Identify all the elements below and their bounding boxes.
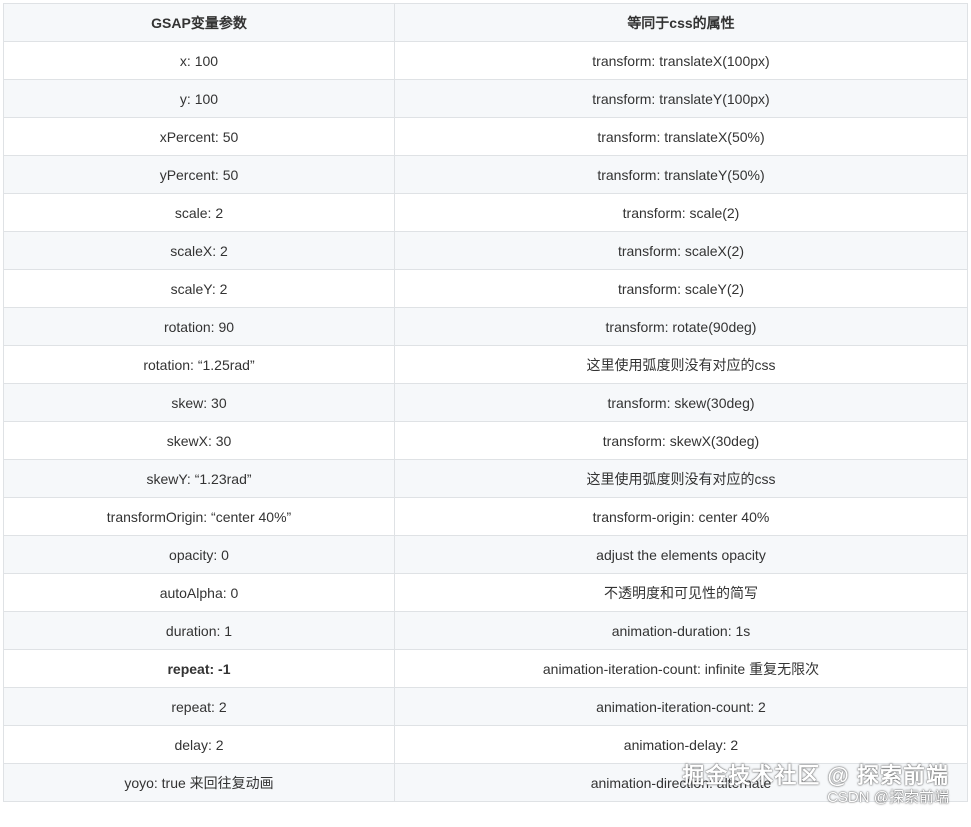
css-cell: transform: translateY(50%) xyxy=(394,155,968,194)
param-cell: duration: 1 xyxy=(3,611,395,650)
css-cell: transform: translateX(100px) xyxy=(394,41,968,80)
table-row: xPercent: 50 transform: translateX(50%) xyxy=(3,117,968,156)
param-cell: rotation: 90 xyxy=(3,307,395,346)
param-cell: scale: 2 xyxy=(3,193,395,232)
header-gsap-param: GSAP变量参数 xyxy=(3,3,395,42)
css-cell: transform: scale(2) xyxy=(394,193,968,232)
param-cell: repeat: 2 xyxy=(3,687,395,726)
table-row: x: 100 transform: translateX(100px) xyxy=(3,41,968,80)
table-row: scaleX: 2 transform: scaleX(2) xyxy=(3,231,968,270)
header-row: GSAP变量参数 等同于css的属性 xyxy=(3,3,968,42)
param-cell: yoyo: true 来回往复动画 xyxy=(3,763,395,802)
param-cell: scaleY: 2 xyxy=(3,269,395,308)
css-cell: 这里使用弧度则没有对应的css xyxy=(394,459,968,498)
table-row: scale: 2 transform: scale(2) xyxy=(3,193,968,232)
css-cell: 这里使用弧度则没有对应的css xyxy=(394,345,968,384)
css-cell: 不透明度和可见性的简写 xyxy=(394,573,968,612)
css-cell: transform: scaleY(2) xyxy=(394,269,968,308)
param-cell: delay: 2 xyxy=(3,725,395,764)
table-body: x: 100 transform: translateX(100px) y: 1… xyxy=(3,41,968,802)
header-css-property: 等同于css的属性 xyxy=(394,3,968,42)
table-head: GSAP变量参数 等同于css的属性 xyxy=(3,3,968,42)
css-cell: transform: skew(30deg) xyxy=(394,383,968,422)
table-row: opacity: 0 adjust the elements opacity xyxy=(3,535,968,574)
css-cell: adjust the elements opacity xyxy=(394,535,968,574)
gsap-css-table-container: GSAP变量参数 等同于css的属性 x: 100 transform: tra… xyxy=(3,3,968,802)
table-row: duration: 1 animation-duration: 1s xyxy=(3,611,968,650)
table-row: delay: 2 animation-delay: 2 xyxy=(3,725,968,764)
css-cell: animation-iteration-count: 2 xyxy=(394,687,968,726)
param-cell: xPercent: 50 xyxy=(3,117,395,156)
table-row: rotation: 90 transform: rotate(90deg) xyxy=(3,307,968,346)
param-cell: repeat: -1 xyxy=(3,649,395,688)
param-cell: transformOrigin: “center 40%” xyxy=(3,497,395,536)
param-cell: skew: 30 xyxy=(3,383,395,422)
table-row: skewX: 30 transform: skewX(30deg) xyxy=(3,421,968,460)
table-row: autoAlpha: 0 不透明度和可见性的简写 xyxy=(3,573,968,612)
table-row: skew: 30 transform: skew(30deg) xyxy=(3,383,968,422)
param-cell: opacity: 0 xyxy=(3,535,395,574)
param-cell: rotation: “1.25rad” xyxy=(3,345,395,384)
gsap-css-table: GSAP变量参数 等同于css的属性 x: 100 transform: tra… xyxy=(3,3,968,802)
css-cell: animation-delay: 2 xyxy=(394,725,968,764)
table-row: repeat: -1 animation-iteration-count: in… xyxy=(3,649,968,688)
table-row: yPercent: 50 transform: translateY(50%) xyxy=(3,155,968,194)
table-row: y: 100 transform: translateY(100px) xyxy=(3,79,968,118)
css-cell: transform: rotate(90deg) xyxy=(394,307,968,346)
table-row: yoyo: true 来回往复动画 animation-direction: a… xyxy=(3,763,968,802)
param-cell: yPercent: 50 xyxy=(3,155,395,194)
param-cell: skewX: 30 xyxy=(3,421,395,460)
param-cell: autoAlpha: 0 xyxy=(3,573,395,612)
css-cell: transform-origin: center 40% xyxy=(394,497,968,536)
param-cell: scaleX: 2 xyxy=(3,231,395,270)
css-cell: animation-duration: 1s xyxy=(394,611,968,650)
table-row: repeat: 2 animation-iteration-count: 2 xyxy=(3,687,968,726)
css-cell: animation-iteration-count: infinite 重复无限… xyxy=(394,649,968,688)
css-cell: transform: skewX(30deg) xyxy=(394,421,968,460)
css-cell: transform: scaleX(2) xyxy=(394,231,968,270)
param-cell: x: 100 xyxy=(3,41,395,80)
css-cell: animation-direction: alternate xyxy=(394,763,968,802)
table-row: scaleY: 2 transform: scaleY(2) xyxy=(3,269,968,308)
table-row: skewY: “1.23rad” 这里使用弧度则没有对应的css xyxy=(3,459,968,498)
table-row: rotation: “1.25rad” 这里使用弧度则没有对应的css xyxy=(3,345,968,384)
param-cell: y: 100 xyxy=(3,79,395,118)
table-row: transformOrigin: “center 40%” transform-… xyxy=(3,497,968,536)
css-cell: transform: translateX(50%) xyxy=(394,117,968,156)
css-cell: transform: translateY(100px) xyxy=(394,79,968,118)
param-cell: skewY: “1.23rad” xyxy=(3,459,395,498)
